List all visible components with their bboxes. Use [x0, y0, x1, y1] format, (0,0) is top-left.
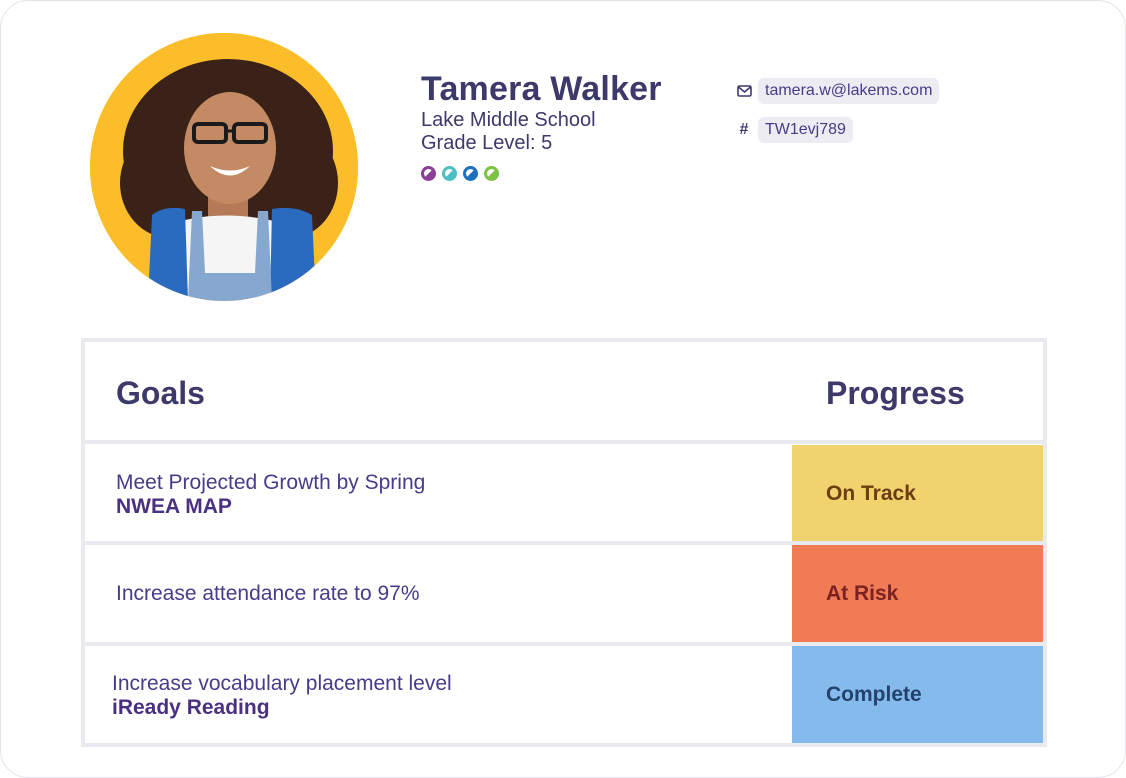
table-row[interactable]: Meet Projected Growth by Spring NWEA MAP…: [85, 445, 1043, 542]
school-name: Lake Middle School: [421, 109, 596, 131]
mail-icon: [734, 85, 754, 97]
grade-level: Grade Level: 5: [421, 132, 553, 154]
column-header-goals: Goals: [116, 375, 205, 411]
goal-title: Meet Projected Growth by Spring: [116, 471, 426, 494]
table-row[interactable]: Increase attendance rate to 97% At Risk: [85, 545, 1043, 642]
student-id-chip[interactable]: TW1evj789: [758, 117, 853, 143]
email-row: tamera.w@lakems.com: [734, 78, 940, 104]
student-id-row: # TW1evj789: [734, 117, 939, 143]
student-profile-card: Tamera Walker Lake Middle School Grade L…: [0, 0, 1126, 778]
profile-info: Tamera Walker Lake Middle School Grade L…: [421, 69, 662, 181]
indicator-dot-blue: [463, 166, 478, 181]
table-row[interactable]: Increase vocabulary placement level iRea…: [85, 646, 1043, 743]
goal-source: NWEA MAP: [116, 495, 232, 518]
column-header-progress: Progress: [826, 375, 965, 411]
status-badge: On Track: [792, 445, 1043, 542]
status-badge: Complete: [792, 646, 1043, 743]
indicator-dot-purple: [421, 166, 436, 181]
status-badge: At Risk: [792, 545, 1043, 642]
student-photo: [90, 33, 358, 301]
indicator-dot-teal: [442, 166, 457, 181]
indicator-dot-green: [484, 166, 499, 181]
goal-title: Increase attendance rate to 97%: [116, 582, 420, 605]
contact-info: tamera.w@lakems.com # TW1evj789: [734, 78, 940, 156]
goal-cell: Increase vocabulary placement level iRea…: [112, 672, 452, 720]
indicator-dots: [421, 166, 662, 181]
table-header: Goals Progress: [85, 342, 1043, 444]
email-chip[interactable]: tamera.w@lakems.com: [758, 78, 940, 104]
goal-source: iReady Reading: [112, 696, 270, 719]
goal-cell: Increase attendance rate to 97%: [116, 582, 420, 606]
hash-icon: #: [739, 121, 749, 138]
goal-title: Increase vocabulary placement level: [112, 672, 452, 695]
student-name: Tamera Walker: [421, 70, 662, 108]
goal-cell: Meet Projected Growth by Spring NWEA MAP: [116, 471, 425, 519]
goals-table: Goals Progress Meet Projected Growth by …: [81, 338, 1047, 747]
avatar: [90, 33, 358, 301]
